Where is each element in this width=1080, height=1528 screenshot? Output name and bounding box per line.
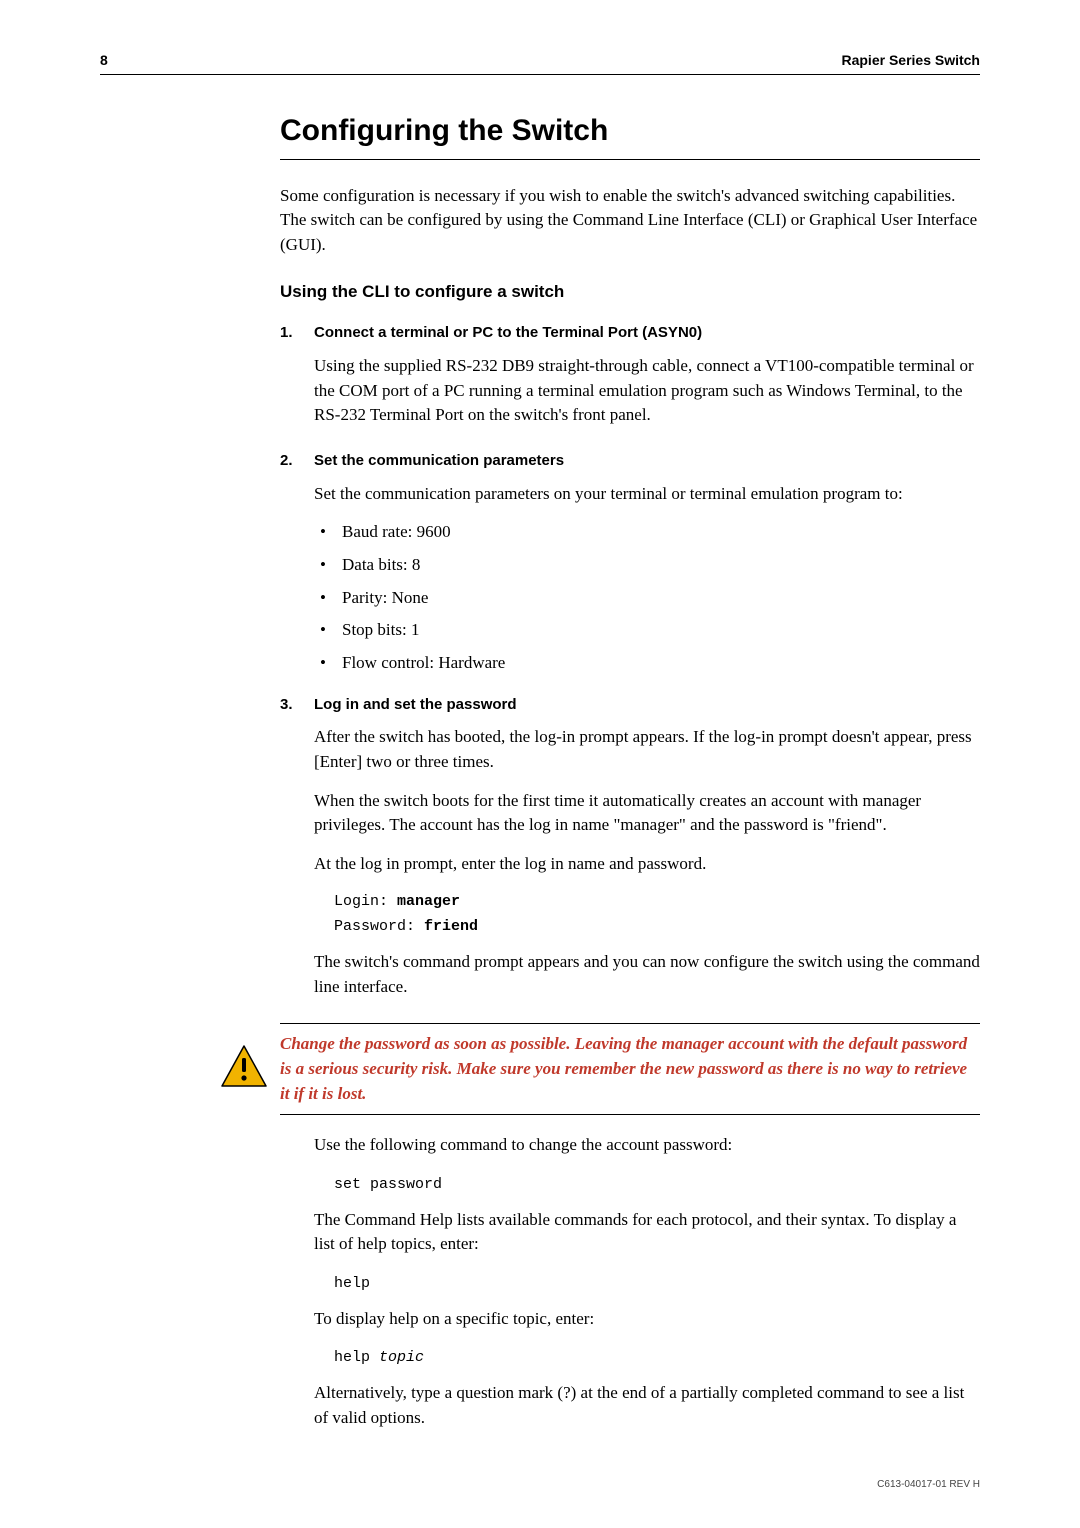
- section-heading: Configuring the Switch: [280, 109, 980, 160]
- list-item: Data bits: 8: [314, 553, 980, 578]
- step-paragraph: After the switch has booted, the log-in …: [314, 725, 980, 774]
- step-paragraph: At the log in prompt, enter the log in n…: [314, 852, 980, 877]
- password-label: Password:: [334, 918, 424, 935]
- subsection-heading: Using the CLI to configure a switch: [280, 280, 980, 305]
- step-title: Connect a terminal or PC to the Terminal…: [314, 322, 980, 344]
- footer-docid: C613-04017-01 REV H: [877, 1478, 980, 1493]
- list-item: Stop bits: 1: [314, 618, 980, 643]
- list-item: Flow control: Hardware: [314, 651, 980, 676]
- step-paragraph: Set the communication parameters on your…: [314, 482, 980, 507]
- list-item: Parity: None: [314, 586, 980, 611]
- login-value: manager: [397, 893, 460, 910]
- warning-text: Change the password as soon as possible.…: [280, 1032, 980, 1106]
- warning-callout: Change the password as soon as possible.…: [100, 1023, 980, 1115]
- parameter-list: Baud rate: 9600 Data bits: 8 Parity: Non…: [314, 520, 980, 675]
- code-help-topic: help topic: [334, 1347, 980, 1369]
- body-paragraph: The Command Help lists available command…: [314, 1208, 980, 1257]
- step-title: Set the communication parameters: [314, 450, 980, 472]
- login-example: Login: manager Password: friend: [334, 891, 980, 939]
- step-1: 1. Connect a terminal or PC to the Termi…: [280, 322, 980, 442]
- step-number: 1.: [280, 322, 314, 442]
- list-item: Baud rate: 9600: [314, 520, 980, 545]
- step-number: 3.: [280, 694, 314, 1014]
- document-title: Rapier Series Switch: [841, 50, 980, 70]
- step-title: Log in and set the password: [314, 694, 980, 716]
- body-paragraph: Alternatively, type a question mark (?) …: [314, 1381, 980, 1430]
- step-number: 2.: [280, 450, 314, 686]
- password-value: friend: [424, 918, 478, 935]
- body-paragraph: To display help on a specific topic, ent…: [314, 1307, 980, 1332]
- intro-paragraph: Some configuration is necessary if you w…: [280, 184, 980, 258]
- code-set-password: set password: [334, 1174, 980, 1196]
- code-placeholder: topic: [379, 1349, 424, 1366]
- page-header: 8 Rapier Series Switch: [100, 50, 980, 75]
- login-label: Login:: [334, 893, 397, 910]
- body-paragraph: Use the following command to change the …: [314, 1133, 980, 1158]
- main-content: Configuring the Switch Some configuratio…: [280, 109, 980, 1013]
- step-3: 3. Log in and set the password After the…: [280, 694, 980, 1014]
- code-text: help: [334, 1349, 379, 1366]
- step-paragraph: The switch's command prompt appears and …: [314, 950, 980, 999]
- page-number: 8: [100, 50, 108, 70]
- step-2: 2. Set the communication parameters Set …: [280, 450, 980, 686]
- step-paragraph: Using the supplied RS-232 DB9 straight-t…: [314, 354, 980, 428]
- warning-icon: [220, 1044, 268, 1096]
- code-help: help: [334, 1273, 980, 1295]
- step-paragraph: When the switch boots for the first time…: [314, 789, 980, 838]
- post-warning-content: Use the following command to change the …: [280, 1133, 980, 1430]
